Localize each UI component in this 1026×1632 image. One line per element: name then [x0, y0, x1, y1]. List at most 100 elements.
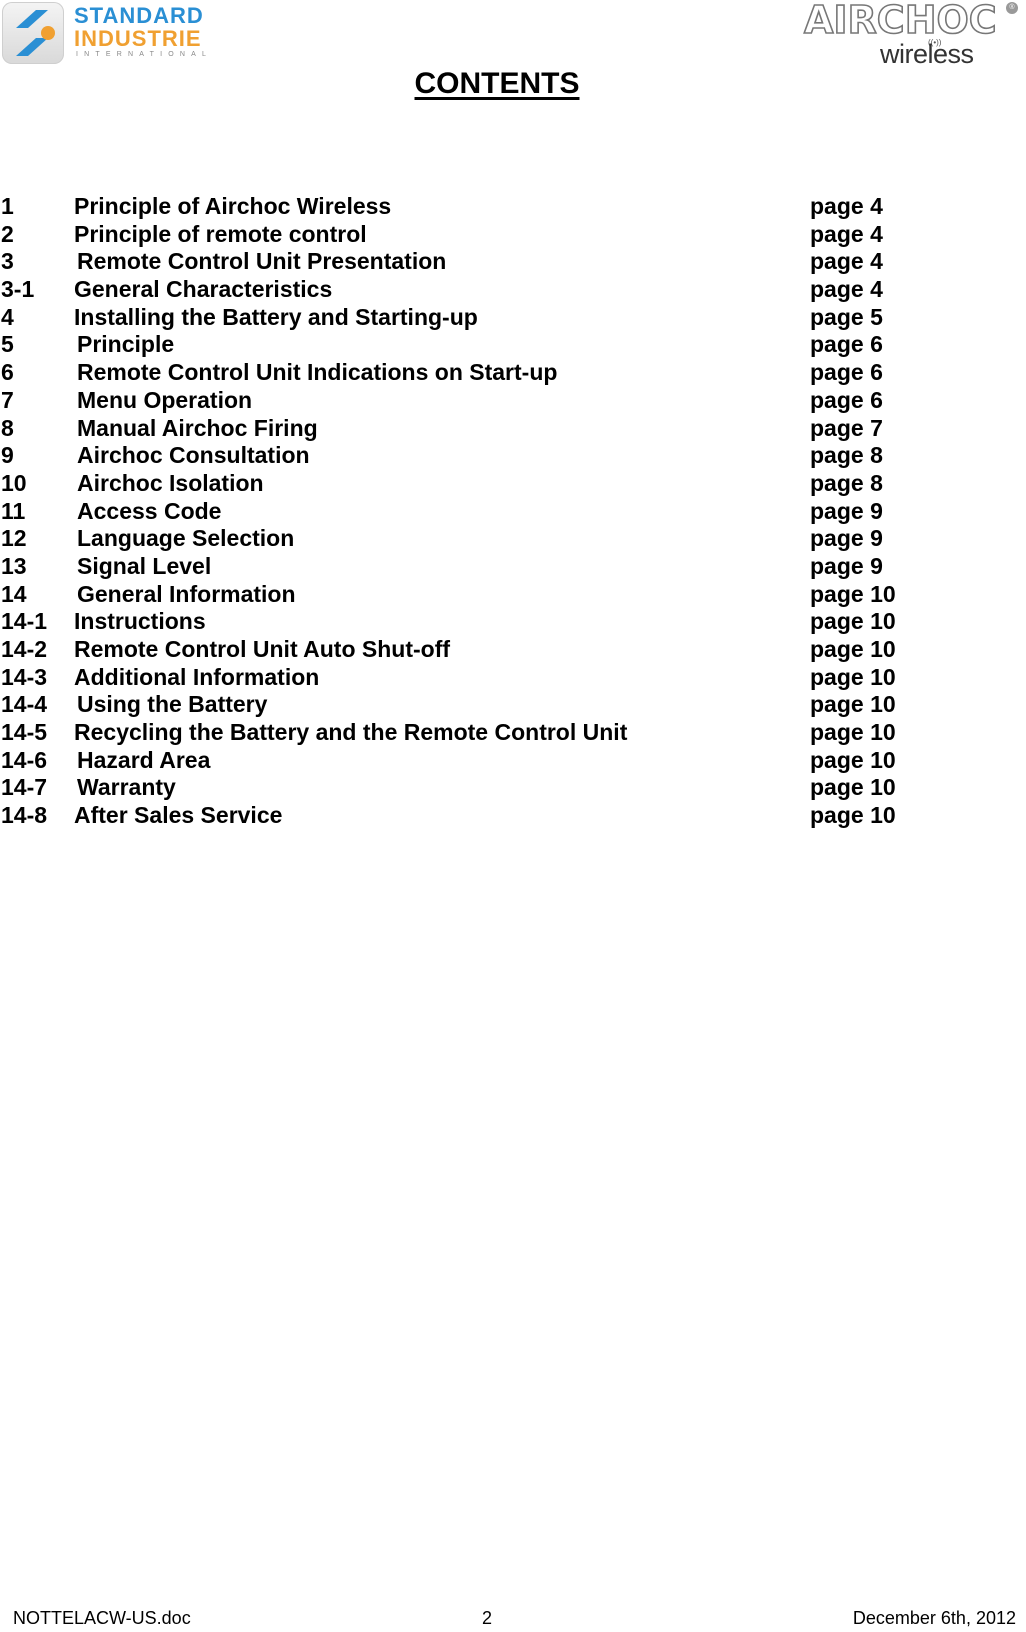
toc-entry: 14-3 Additional Information page 10	[0, 664, 1026, 692]
toc-entry-number: 3-1	[1, 276, 35, 303]
toc-entry-page: page 10	[810, 802, 896, 829]
toc-entry-title: Principle	[77, 331, 175, 358]
toc-entry-title: Hazard Area	[77, 746, 211, 773]
footer-filename: NOTTELACW-US.doc	[13, 1608, 191, 1628]
toc-entry-title: Menu Operation	[77, 386, 253, 413]
toc-entry-page: page 10	[810, 719, 896, 746]
toc-entry-number: 14	[1, 580, 27, 607]
toc-entry-title: After Sales Service	[74, 802, 283, 829]
toc-entry-number: 6	[1, 359, 14, 386]
toc-entry-title: Remote Control Unit Auto Shut-off	[74, 636, 451, 662]
toc-entry-number: 14-5	[1, 719, 48, 746]
toc-entry-page: page 4	[810, 193, 883, 219]
toc-entry-number: 14-8	[1, 802, 48, 829]
toc-entry: 14-2 Remote Control Unit Auto Shut-off pag…	[0, 636, 1026, 664]
logo-text-industrie: INDUSTRIE	[74, 26, 202, 51]
airchoc-wireless-logo: AIRCHOC ® ((•)) wireless	[800, 0, 1026, 70]
toc-entry: 13 Signal Level page 9	[0, 553, 1026, 581]
toc-entry-page: page 10	[810, 580, 896, 607]
toc-entry-number: 8	[1, 414, 14, 441]
toc-entry-number: 7	[1, 386, 14, 413]
toc-entry: 3-1 General Characteristics page 4	[0, 276, 1026, 304]
toc-entry-page: page 9	[810, 525, 883, 552]
toc-entry-number: 2	[1, 220, 14, 247]
toc-entry-page: page 6	[810, 359, 883, 386]
toc-entry-number: 14-3	[1, 663, 48, 690]
toc-entry: 14-8 After Sales Service page 10	[0, 802, 1026, 830]
toc-entry-number: 14-4	[1, 691, 48, 718]
toc-entry: 12 Language Selection page 9	[0, 525, 1026, 553]
toc-entry: 3 Remote Control Unit Presentation page 4	[0, 248, 1026, 276]
toc-entry: 10 Airchoc Isolation page 8	[0, 470, 1026, 498]
toc-entry-page: page 6	[810, 331, 883, 358]
toc-entry: 1 Principle of Airchoc Wireless page 4	[0, 193, 1026, 221]
toc-entry: 14-1 Instructions page 10	[0, 608, 1026, 636]
table-of-contents: 1 Principle of Airchoc Wireless page 4 2 Pri…	[0, 193, 1026, 830]
toc-entry: 7 Menu Operation page 6	[0, 387, 1026, 415]
toc-entry-number: 12	[1, 525, 27, 552]
toc-entry-page: page 10	[810, 746, 896, 773]
toc-entry: 14-7 Warranty page 10	[0, 774, 1026, 802]
logo-text-international: INTERNATIONAL	[76, 51, 213, 58]
toc-entry-number: 9	[1, 442, 14, 469]
toc-entry-page: page 4	[810, 276, 883, 303]
standard-industrie-emblem-icon	[2, 2, 64, 64]
page-footer: NOTTELACW-US.doc 2 December 6th, 2012	[0, 1608, 1026, 1628]
logo-text-airchoc: AIRCHOC	[803, 0, 997, 43]
footer-page-number: 2	[482, 1608, 493, 1628]
page-title-text: CONTENTS	[414, 67, 580, 100]
toc-entry-number: 14-6	[1, 746, 48, 773]
registered-trademark-icon: ®	[1006, 2, 1018, 14]
toc-entry: 14 General Information page 10	[0, 581, 1026, 609]
toc-entry-page: page 7	[810, 414, 883, 441]
toc-entry-title: Additional Information	[74, 663, 320, 690]
toc-entry-page: page 9	[810, 497, 883, 524]
toc-entry-title: Recycling the Battery and the Remote Con…	[74, 719, 628, 746]
toc-entry-title: Airchoc Isolation	[77, 469, 264, 496]
toc-entry-number: 10	[1, 469, 27, 496]
toc-entry-number: 14-7	[1, 774, 48, 801]
toc-entry-title: Installing the Battery and Starting-up	[74, 303, 478, 330]
toc-entry-number: 3	[1, 248, 14, 275]
toc-entry-number: 14-2	[1, 636, 48, 662]
toc-entry-title: Access Code	[77, 497, 222, 524]
toc-entry-title: Principle of remote control	[74, 220, 367, 247]
toc-entry-number: 5	[1, 331, 14, 358]
toc-entry: 8 Manual Airchoc Firing page 7	[0, 415, 1026, 443]
standard-industrie-logo: STANDARD INDUSTRIE INTERNATIONAL	[2, 2, 222, 66]
toc-entry-title: Language Selection	[77, 525, 295, 552]
toc-entry-page: page 4	[810, 220, 883, 247]
toc-entry: 9 Airchoc Consultation page 8	[0, 442, 1026, 470]
toc-entry-title: Using the Battery	[77, 691, 268, 718]
toc-entry-number: 11	[1, 497, 26, 524]
toc-entry: 14-6 Hazard Area page 10	[0, 747, 1026, 775]
toc-entry-number: 13	[1, 552, 27, 579]
toc-entry: 2 Principle of remote control page 4	[0, 221, 1026, 249]
toc-entry-page: page 8	[810, 442, 883, 469]
toc-entry-title: Remote Control Unit Presentation	[77, 248, 447, 275]
toc-entry: 11 Access Code page 9	[0, 498, 1026, 526]
toc-entry-page: page 10	[810, 608, 896, 635]
toc-entry: 14-4 Using the Battery page 10	[0, 691, 1026, 719]
toc-entry: 5 Principle page 6	[0, 331, 1026, 359]
toc-entry-number: 4	[1, 303, 14, 330]
toc-entry-page: page 10	[810, 774, 896, 801]
toc-entry-page: page 4	[810, 248, 883, 275]
toc-entry: 14-5 Recycling the Battery and the Remote…	[0, 719, 1026, 747]
toc-entry-title: Principle of Airchoc Wireless	[74, 193, 392, 219]
toc-entry-page: page 6	[810, 386, 883, 413]
footer-date: December 6th, 2012	[852, 1608, 1016, 1628]
toc-entry-page: page 10	[810, 636, 896, 662]
toc-entry-title: Instructions	[74, 608, 206, 635]
toc-entry-page: page 10	[810, 663, 896, 690]
toc-entry-page: page 9	[810, 552, 883, 579]
toc-entry-title: Airchoc Consultation	[77, 442, 310, 469]
toc-entry-page: page 5	[810, 303, 883, 330]
toc-entry-page: page 8	[810, 469, 883, 496]
toc-entry-number: 1	[1, 193, 14, 219]
toc-entry: 6 Remote Control Unit Indications on Star…	[0, 359, 1026, 387]
toc-entry-title: Remote Control Unit Indications on Start…	[77, 359, 558, 386]
page-title: CONTENTS	[0, 66, 1026, 102]
logo-text-standard: STANDARD	[74, 3, 204, 28]
toc-entry: 4 Installing the Battery and Starting-up p…	[0, 304, 1026, 332]
